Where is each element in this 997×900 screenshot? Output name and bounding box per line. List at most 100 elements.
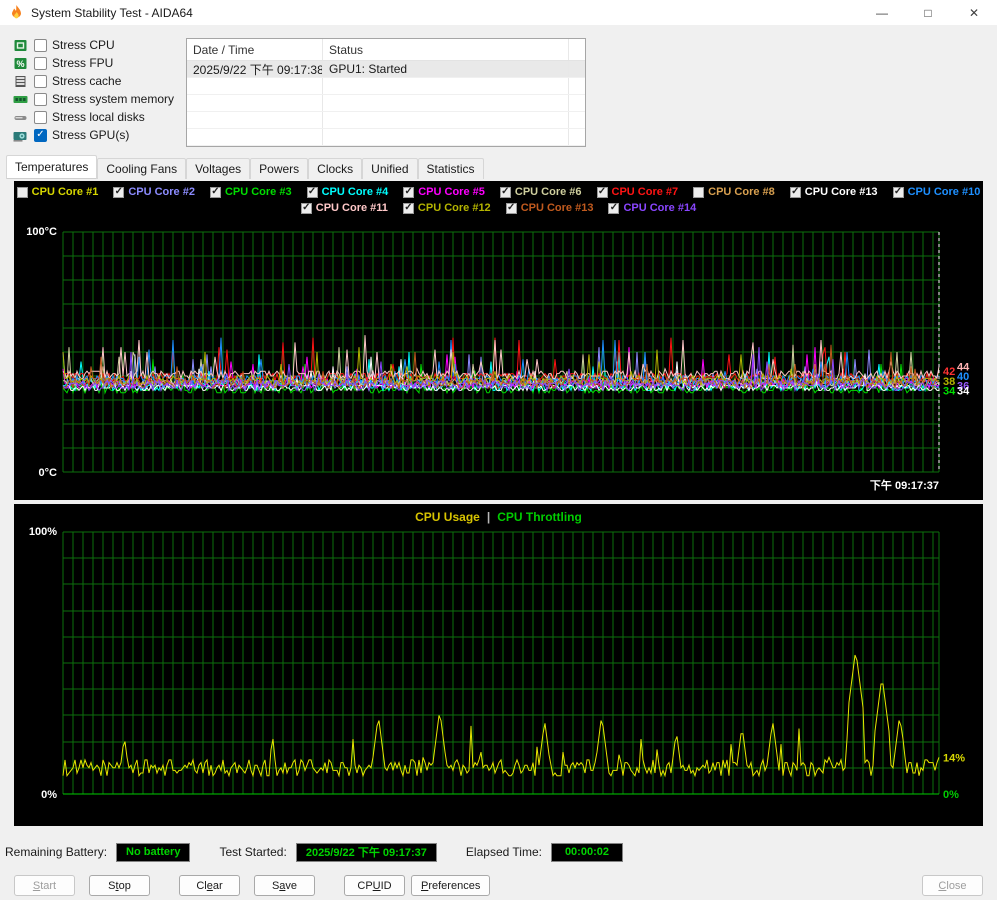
- maximize-button[interactable]: □: [905, 0, 951, 25]
- tab-cooling-fans[interactable]: Cooling Fans: [97, 158, 186, 179]
- close-button[interactable]: Close: [922, 875, 983, 896]
- column-header-status[interactable]: Status: [323, 39, 569, 60]
- end-value-label: 0%: [943, 789, 959, 801]
- preferences-button[interactable]: Preferences: [411, 875, 490, 896]
- legend-checkbox[interactable]: ✓: [506, 203, 517, 214]
- minimize-button[interactable]: —: [859, 0, 905, 25]
- legend-label: CPU Core #6: [515, 186, 582, 198]
- legend-checkbox[interactable]: ✓: [500, 187, 511, 198]
- column-header-datetime[interactable]: Date / Time: [187, 39, 323, 60]
- button-row: Start Stop Clear Save CPUID Preferences Close: [14, 875, 983, 896]
- legend-checkbox[interactable]: ✓: [790, 187, 801, 198]
- legend-checkbox[interactable]: ✓: [307, 187, 318, 198]
- status-label: Test Started:: [219, 845, 286, 859]
- legend-checkbox[interactable]: ✓: [597, 187, 608, 198]
- temperature-chart: 100°C0°C42383444403634下午 09:17:37: [14, 181, 983, 500]
- stress-options-list: Stress CPU% Stress FPU Stress cache Stress …: [12, 38, 174, 142]
- tab-powers[interactable]: Powers: [250, 158, 308, 179]
- usage-title-part: CPU Usage: [415, 510, 480, 524]
- legend-label: CPU Core #14: [623, 202, 696, 214]
- legend-label: CPU Core #4: [322, 186, 389, 198]
- legend-checkbox[interactable]: ✓: [210, 187, 221, 198]
- tab-strip: TemperaturesCooling FansVoltagesPowersCl…: [6, 157, 997, 179]
- window-title: System Stability Test - AIDA64: [31, 6, 193, 20]
- usage-title-part: |: [487, 510, 490, 524]
- stop-button[interactable]: Stop: [89, 875, 150, 896]
- stress-option-label: Stress FPU: [52, 56, 113, 70]
- stress-option-row: Stress CPU: [12, 38, 174, 52]
- stress-option-row: Stress local disks: [12, 110, 174, 124]
- legend-item: ✓ CPU Core #14: [608, 202, 696, 214]
- title-bar: System Stability Test - AIDA64 — □ ✕: [0, 0, 997, 25]
- stress-option-label: Stress CPU: [52, 38, 115, 52]
- legend-row-1: CPU Core #1✓CPU Core #2✓CPU Core #3✓CPU …: [14, 186, 983, 198]
- tab-statistics[interactable]: Statistics: [418, 158, 484, 179]
- legend-label: CPU Core #13: [521, 202, 594, 214]
- temperature-chart-panel: CPU Core #1✓CPU Core #2✓CPU Core #3✓CPU …: [14, 181, 983, 500]
- legend-checkbox[interactable]: ✓: [608, 203, 619, 214]
- disk-icon: [12, 111, 29, 124]
- stress-option-label: Stress GPU(s): [52, 128, 129, 142]
- legend-item: ✓ CPU Core #13: [790, 186, 878, 198]
- tab-temperatures[interactable]: Temperatures: [6, 155, 97, 179]
- status-value-box: 00:00:02: [551, 843, 623, 862]
- legend-label: CPU Core #8: [708, 186, 775, 198]
- cpuid-button[interactable]: CPUID: [344, 875, 405, 896]
- legend-item: CPU Core #1: [17, 186, 99, 198]
- log-empty-cell: [569, 61, 585, 77]
- usage-title-part: CPU Throttling: [497, 510, 582, 524]
- clear-button[interactable]: Clear: [179, 875, 240, 896]
- legend-checkbox[interactable]: ✓: [403, 203, 414, 214]
- status-label: Remaining Battery:: [5, 845, 107, 859]
- save-button[interactable]: Save: [254, 875, 315, 896]
- legend-item: CPU Core #8: [693, 186, 775, 198]
- legend-label: CPU Core #13: [805, 186, 878, 198]
- memory-icon: [12, 93, 29, 106]
- cache-icon: [12, 75, 29, 88]
- end-value-label: 34: [957, 385, 970, 397]
- legend-item: ✓CPU Core #7: [597, 186, 679, 198]
- close-window-button[interactable]: ✕: [951, 0, 997, 25]
- svg-text:%: %: [16, 59, 24, 69]
- tab-unified[interactable]: Unified: [362, 158, 417, 179]
- legend-item: ✓ CPU Core #13: [506, 202, 594, 214]
- stress-checkbox[interactable]: [34, 39, 47, 52]
- stress-option-label: Stress local disks: [52, 110, 145, 124]
- log-empty-row: [187, 112, 585, 129]
- legend-checkbox[interactable]: ✓: [113, 187, 124, 198]
- stress-option-row: Stress cache: [12, 74, 174, 88]
- legend-label: CPU Core #12: [418, 202, 491, 214]
- status-bar: Remaining Battery:No batteryTest Started…: [5, 842, 997, 862]
- legend-item: ✓CPU Core #3: [210, 186, 292, 198]
- stress-checkbox[interactable]: [34, 57, 47, 70]
- end-value-label: 14%: [943, 752, 965, 764]
- legend-checkbox[interactable]: [693, 187, 704, 198]
- log-empty-row: [187, 95, 585, 112]
- legend-checkbox[interactable]: ✓: [893, 187, 904, 198]
- legend-item: ✓ CPU Core #12: [403, 202, 491, 214]
- stress-checkbox[interactable]: ✓: [34, 129, 47, 142]
- log-row[interactable]: 2025/9/22 下午 09:17:38GPU1: Started: [187, 61, 585, 78]
- legend-label: CPU Core #5: [418, 186, 485, 198]
- cpu-usage-chart-title: CPU Usage | CPU Throttling: [14, 510, 983, 524]
- legend-checkbox[interactable]: ✓: [301, 203, 312, 214]
- start-button[interactable]: Start: [14, 875, 75, 896]
- stress-checkbox[interactable]: [34, 111, 47, 124]
- tab-clocks[interactable]: Clocks: [308, 158, 362, 179]
- stress-checkbox[interactable]: [34, 75, 47, 88]
- y-axis-bottom-label: 0°C: [39, 467, 58, 479]
- legend-checkbox[interactable]: [17, 187, 28, 198]
- y-axis-bottom-label: 0%: [41, 789, 57, 801]
- cpu-usage-chart: 100%0%14%0%: [14, 504, 983, 826]
- top-section: Stress CPU% Stress FPU Stress cache Stress …: [0, 25, 997, 150]
- tab-voltages[interactable]: Voltages: [186, 158, 250, 179]
- legend-checkbox[interactable]: ✓: [403, 187, 414, 198]
- event-log-table: Date / Time Status 2025/9/22 下午 09:17:38…: [186, 38, 586, 147]
- legend-label: CPU Core #10: [908, 186, 981, 198]
- x-axis-time-label: 下午 09:17:37: [870, 478, 939, 492]
- event-log-body: 2025/9/22 下午 09:17:38GPU1: Started: [187, 61, 585, 146]
- stress-option-label: Stress cache: [52, 74, 121, 88]
- legend-label: CPU Core #1: [32, 186, 99, 198]
- stress-option-label: Stress system memory: [52, 92, 174, 106]
- stress-checkbox[interactable]: [34, 93, 47, 106]
